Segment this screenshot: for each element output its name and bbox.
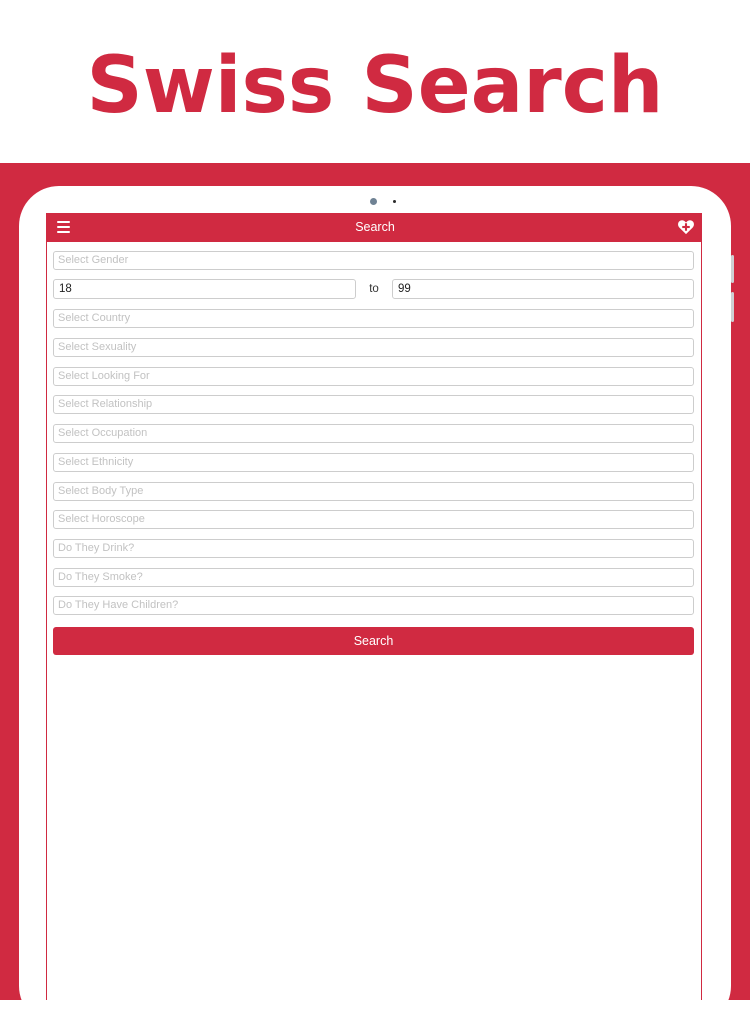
heart-plus-icon[interactable] [677, 218, 695, 236]
headline: Swiss Search [86, 40, 664, 131]
gender-select[interactable]: Select Gender [53, 251, 694, 270]
ethnicity-select[interactable]: Select Ethnicity [53, 453, 694, 472]
country-select[interactable]: Select Country [53, 309, 694, 328]
smoke-select[interactable]: Do They Smoke? [53, 568, 694, 587]
volume-up-button [731, 255, 734, 283]
navbar-title: Search [355, 220, 395, 234]
body-type-select[interactable]: Select Body Type [53, 482, 694, 501]
relationship-select[interactable]: Select Relationship [53, 395, 694, 414]
looking-for-select[interactable]: Select Looking For [53, 367, 694, 386]
age-range-separator: to [369, 283, 379, 295]
volume-down-button [731, 292, 734, 322]
max-age-input[interactable]: 99 [392, 279, 694, 299]
camera-icon [370, 198, 377, 205]
horoscope-select[interactable]: Select Horoscope [53, 510, 694, 529]
headline-area: Swiss Search [0, 0, 750, 163]
sensor-dot [393, 200, 396, 203]
sexuality-select[interactable]: Select Sexuality [53, 338, 694, 357]
min-age-input[interactable]: 18 [53, 279, 356, 299]
search-button[interactable]: Search [53, 627, 694, 655]
app-screen: Search Select Gender 18 to 99 Select Cou… [46, 213, 702, 1000]
children-select[interactable]: Do They Have Children? [53, 596, 694, 615]
navbar: Search [47, 213, 701, 242]
occupation-select[interactable]: Select Occupation [53, 424, 694, 443]
drink-select[interactable]: Do They Drink? [53, 539, 694, 558]
